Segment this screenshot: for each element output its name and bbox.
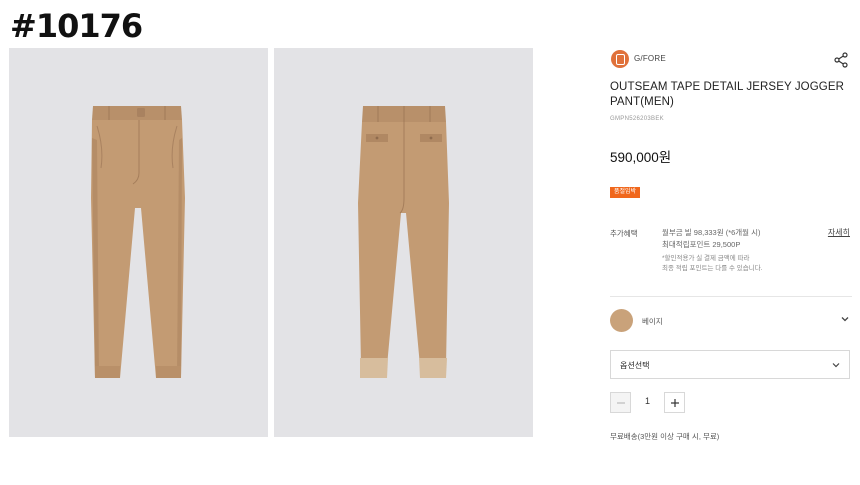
option-select[interactable]: 옵션선택 xyxy=(610,350,850,379)
product-price: 590,000원 xyxy=(610,150,672,165)
divider xyxy=(610,296,852,297)
installment-text: 월부금 빌 98,333원 (*6개월 시) xyxy=(662,228,761,237)
benefits-label: 추가혜택 xyxy=(610,229,638,238)
minus-icon xyxy=(617,402,625,404)
plus-icon xyxy=(671,399,679,407)
color-swatch[interactable] xyxy=(610,309,633,332)
listing-number: #10176 xyxy=(10,7,143,45)
quantity-value[interactable]: 1 xyxy=(631,396,664,406)
chevron-down-icon[interactable] xyxy=(840,314,850,324)
shipping-info: 무료배송(3만원 이상 구매 시, 무료) xyxy=(610,432,720,441)
product-sku: GMPN526203BEK xyxy=(610,116,664,122)
pant-back-illustration xyxy=(358,106,449,378)
pant-front-illustration xyxy=(91,106,185,378)
product-image-back[interactable] xyxy=(274,48,533,437)
brand-row: G/FORE xyxy=(610,48,852,68)
option-select-label: 옵션선택 xyxy=(620,361,650,370)
benefits-note-line1: *할인적용가 실 결제 금액에 따라 xyxy=(662,255,750,262)
product-image-front[interactable] xyxy=(9,48,268,437)
status-badge: 품절임박 xyxy=(610,187,640,198)
benefits-note: *할인적용가 실 결제 금액에 따라 최종 적립 포인트는 다를 수 있습니다. xyxy=(662,254,792,274)
color-option-row[interactable]: 베이지 xyxy=(610,308,852,332)
quantity-decrease-button[interactable] xyxy=(610,392,631,413)
benefits-lines: 월부금 빌 98,333원 (*6개월 시) 최대적립포인트 29,500P xyxy=(662,227,761,251)
color-name: 베이지 xyxy=(642,317,663,326)
chevron-down-icon xyxy=(832,363,840,368)
points-text: 최대적립포인트 29,500P xyxy=(662,240,741,249)
brand-name[interactable]: G/FORE xyxy=(634,54,666,63)
quantity-increase-button[interactable] xyxy=(664,392,685,413)
benefits-note-line2: 최종 적립 포인트는 다를 수 있습니다. xyxy=(662,265,763,272)
benefits-detail-link[interactable]: 자세히 xyxy=(828,227,850,238)
product-title: OUTSEAM TAPE DETAIL JERSEY JOGGER PANT(M… xyxy=(610,81,844,108)
share-icon[interactable] xyxy=(834,52,848,68)
brand-logo[interactable] xyxy=(611,50,629,68)
